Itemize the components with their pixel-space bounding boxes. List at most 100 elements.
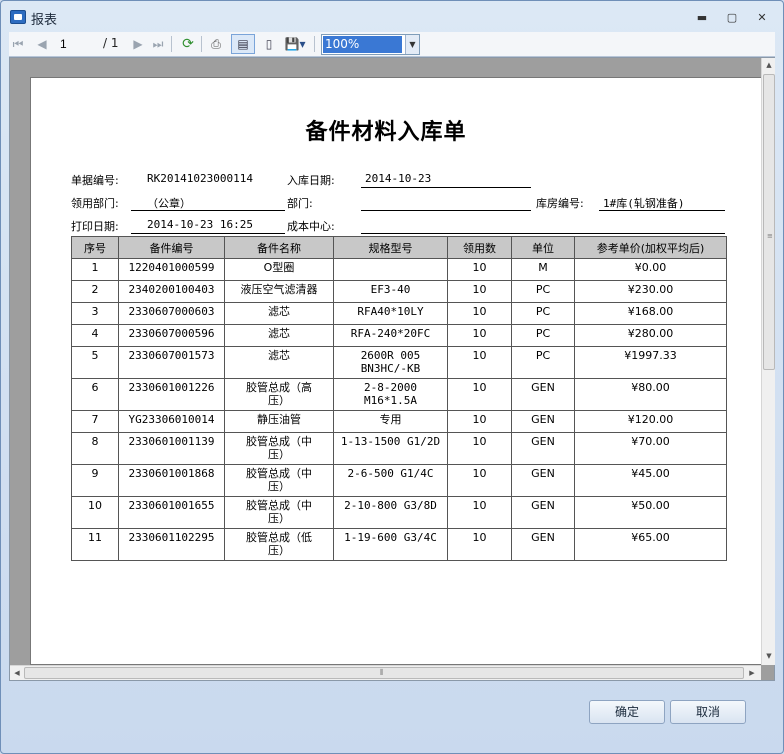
page-number-input[interactable] [57, 35, 101, 53]
part-name-cell: 胶管总成（高 压） [224, 378, 334, 411]
horizontal-scroll-thumb[interactable]: ⦀ [24, 667, 744, 679]
cost-center-label: 成本中心: [287, 220, 335, 233]
zoom-select[interactable]: 100% ▼ [321, 34, 420, 55]
print-date-label: 打印日期: [71, 220, 119, 233]
minimize-button[interactable]: ▬ [691, 10, 713, 26]
print-icon[interactable]: ⎙ [207, 35, 225, 53]
unit-cell: GEN [511, 528, 575, 561]
part-code-cell: 2330601102295 [118, 528, 225, 561]
vertical-scrollbar[interactable]: ▲ ≡ ▼ [761, 58, 775, 665]
close-button[interactable]: ✕ [751, 10, 773, 26]
part-spec-cell: 2-8-2000 M16*1.5A [333, 378, 448, 411]
underline [361, 187, 531, 188]
chevron-down-icon[interactable]: ▼ [405, 35, 419, 54]
scroll-right-icon[interactable]: ▶ [746, 669, 758, 677]
part-spec-cell: 1-19-600 G3/4C [333, 528, 448, 561]
horizontal-scrollbar[interactable]: ◀ ⦀ ▶ [10, 665, 761, 680]
maximize-button[interactable]: ▢ [721, 10, 743, 26]
unit-price-cell: ¥80.00 [574, 378, 727, 411]
part-code-cell: 2330607000596 [118, 324, 225, 347]
part-spec-cell: 2-6-500 G1/4C [333, 464, 448, 497]
in-date-label: 入库日期: [287, 174, 335, 187]
column-header: 备件编号 [118, 236, 225, 259]
unit-price-cell: ¥1997.33 [574, 346, 727, 379]
dept-label: 部门: [287, 197, 313, 210]
part-code-cell: 2330601001139 [118, 432, 225, 465]
column-header: 规格型号 [333, 236, 448, 259]
print-layout-icon[interactable]: ▤ [231, 34, 255, 54]
scroll-left-icon[interactable]: ◀ [11, 669, 23, 677]
row-number-cell: 11 [71, 528, 119, 561]
underline [361, 233, 725, 234]
doc-no-value: RK20141023000114 [147, 172, 253, 185]
row-number-cell: 4 [71, 324, 119, 347]
next-page-icon[interactable]: ▶ [131, 35, 145, 53]
part-name-cell: 滤芯 [224, 302, 334, 325]
table-row: 10 2330601001655 胶管总成（中 压） 2-10-800 G3/8D 10… [71, 496, 727, 529]
refresh-icon[interactable]: ⟳ [179, 35, 197, 53]
quantity-cell: 10 [447, 302, 512, 325]
page-setup-icon[interactable]: ▯ [259, 35, 279, 53]
scroll-up-icon[interactable]: ▲ [763, 61, 775, 69]
report-page: 备件材料入库单 单据编号: RK20141023000114 入库日期: 201… [30, 77, 770, 665]
table-row: 11 2330601102295 胶管总成（低 压） 1-19-600 G3/4C 10… [71, 528, 727, 561]
prev-page-icon[interactable]: ◀ [35, 35, 49, 53]
unit-price-cell: ¥280.00 [574, 324, 727, 347]
report-window: 报表 ▬ ▢ ✕ ⏮ ◀ / 1 ▶ ⏭ ⟳ ⎙ ▤ ▯ 💾▾ 100% ▼ 备… [0, 0, 784, 754]
column-header: 单位 [511, 236, 575, 259]
part-name-cell: 胶管总成（中 压） [224, 432, 334, 465]
unit-price-cell: ¥230.00 [574, 280, 727, 303]
quantity-cell: 10 [447, 432, 512, 465]
scroll-down-icon[interactable]: ▼ [763, 652, 775, 660]
underline [361, 210, 531, 211]
table-header-row: 序号 备件编号 备件名称 规格型号 领用数 单位 参考单价(加权平均后) [71, 236, 727, 259]
part-code-cell: 2330601001226 [118, 378, 225, 411]
ok-button[interactable]: 确定 [589, 700, 665, 724]
in-date-value: 2014-10-23 [365, 172, 432, 185]
toolbar-separator [171, 36, 172, 52]
app-icon [10, 10, 26, 24]
table-row: 9 2330601001868 胶管总成（中 压） 2-6-500 G1/4C 10 GE… [71, 464, 727, 497]
part-spec-cell: RFA40*10LY [333, 302, 448, 325]
column-header: 领用数 [447, 236, 512, 259]
part-spec-cell: 2600R 005 BN3HC/-KB [333, 346, 448, 379]
row-number-cell: 3 [71, 302, 119, 325]
export-icon[interactable]: 💾▾ [283, 35, 307, 53]
unit-cell: PC [511, 324, 575, 347]
underline [131, 210, 285, 211]
dept-use-label: 领用部门: [71, 197, 119, 210]
table-row: 5 2330607001573 滤芯 2600R 005 BN3HC/-KB 10 PC ¥… [71, 346, 727, 379]
table-row: 4 2330607000596 滤芯 RFA-240*20FC 10 PC ¥280.00 [71, 324, 727, 347]
report-toolbar: ⏮ ◀ / 1 ▶ ⏭ ⟳ ⎙ ▤ ▯ 💾▾ 100% ▼ [9, 32, 775, 57]
unit-cell: PC [511, 280, 575, 303]
title-bar[interactable]: 报表 ▬ ▢ ✕ [1, 1, 783, 31]
unit-cell: PC [511, 346, 575, 379]
part-code-cell: 2330601001868 [118, 464, 225, 497]
unit-cell: M [511, 258, 575, 281]
warehouse-value: 1#库(轧钢准备) [603, 197, 685, 210]
first-page-icon[interactable]: ⏮ [11, 35, 25, 53]
toolbar-separator [314, 36, 315, 52]
cancel-button[interactable]: 取消 [670, 700, 746, 724]
print-date-value: 2014-10-23 16:25 [147, 218, 253, 231]
row-number-cell: 5 [71, 346, 119, 379]
part-spec-cell: 专用 [333, 410, 448, 433]
last-page-icon[interactable]: ⏭ [151, 35, 165, 53]
part-name-cell: 胶管总成（低 压） [224, 528, 334, 561]
part-name-cell: 胶管总成（中 压） [224, 496, 334, 529]
toolbar-separator [201, 36, 202, 52]
underline [131, 233, 285, 234]
part-spec-cell: 2-10-800 G3/8D [333, 496, 448, 529]
underline [599, 210, 725, 211]
row-number-cell: 1 [71, 258, 119, 281]
unit-price-cell: ¥45.00 [574, 464, 727, 497]
unit-price-cell: ¥168.00 [574, 302, 727, 325]
quantity-cell: 10 [447, 258, 512, 281]
vertical-scroll-thumb[interactable]: ≡ [763, 74, 775, 370]
part-name-cell: 滤芯 [224, 324, 334, 347]
part-spec-cell: EF3-40 [333, 280, 448, 303]
unit-price-cell: ¥120.00 [574, 410, 727, 433]
unit-cell: GEN [511, 432, 575, 465]
unit-cell: GEN [511, 378, 575, 411]
part-code-cell: 2330607000603 [118, 302, 225, 325]
